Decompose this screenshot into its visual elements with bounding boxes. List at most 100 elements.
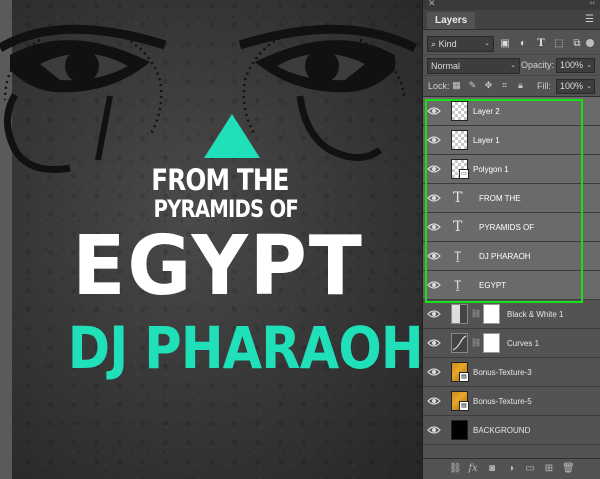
- artwork-text-egypt: EGYPT: [72, 219, 364, 314]
- warped-type-layer-icon: Ṯ: [454, 278, 462, 292]
- visibility-eye-icon[interactable]: [427, 337, 441, 349]
- visibility-eye-icon[interactable]: [427, 279, 441, 291]
- layer-row-egypt[interactable]: Ṯ EGYPT: [423, 271, 600, 300]
- kind-filter-label: Kind: [438, 39, 457, 49]
- layer-name: BACKGROUND: [473, 426, 531, 435]
- fill-field[interactable]: 100% ⌄: [556, 79, 595, 94]
- fill-value: 100%: [560, 81, 584, 91]
- chevron-down-icon: ⌄: [586, 83, 592, 90]
- close-icon[interactable]: ✕: [428, 0, 436, 9]
- layer-row-bonus-texture-3[interactable]: ▤ Bonus-Texture-3: [423, 358, 600, 387]
- chevron-down-icon: ⌄: [484, 40, 490, 47]
- document-canvas[interactable]: FROM THE PYRAMIDS OF EGYPT DJ PHARAOH: [0, 0, 422, 479]
- type-layer-icon: T: [453, 190, 463, 206]
- image-filter-icon[interactable]: ▣: [499, 38, 511, 50]
- lock-all-icon[interactable]: 🔒︎: [515, 80, 526, 91]
- layer-row-from-the[interactable]: T FROM THE: [423, 184, 600, 213]
- visibility-eye-icon[interactable]: [427, 424, 441, 436]
- layer-name: Bonus-Texture-3: [473, 368, 532, 377]
- layer-row-black-white-1[interactable]: ⛓︎ Black & White 1: [423, 300, 600, 329]
- visibility-eye-icon[interactable]: [427, 366, 441, 378]
- lock-image-icon[interactable]: ✎: [467, 80, 478, 91]
- layers-bottom-toolbar: ⛓︎ fx ◙ ◑ ▭ ⊞ 🗑︎: [423, 458, 600, 479]
- lock-pixels-icon[interactable]: ▦: [451, 80, 462, 91]
- visibility-eye-icon[interactable]: [427, 395, 441, 407]
- mask-link-icon[interactable]: ⛓︎: [471, 309, 481, 318]
- visibility-eye-icon[interactable]: [427, 250, 441, 262]
- layer-row-background[interactable]: BACKGROUND: [423, 416, 600, 445]
- layer-name: DJ PHARAOH: [479, 252, 531, 261]
- panel-tab-bar: Layers ☰: [423, 10, 600, 30]
- shape-filter-icon[interactable]: ⬚: [553, 38, 565, 50]
- chevron-down-icon: ⌄: [510, 62, 516, 69]
- smart-object-badge-icon: ▤: [459, 372, 469, 382]
- shape-layer-icon: ▭: [459, 169, 469, 179]
- adjustment-filter-icon[interactable]: ◐: [517, 38, 529, 50]
- tab-layers[interactable]: Layers: [427, 12, 476, 29]
- layer-row-pyramids-of[interactable]: T PYRAMIDS OF: [423, 213, 600, 242]
- blend-mode-value: Normal: [431, 61, 461, 71]
- layer-name: PYRAMIDS OF: [479, 223, 535, 232]
- adjustment-layer-icon[interactable]: ◑: [505, 463, 517, 475]
- visibility-eye-icon[interactable]: [427, 221, 441, 233]
- layer-mask-thumbnail[interactable]: [483, 304, 500, 324]
- visibility-eye-icon[interactable]: [427, 163, 441, 175]
- add-mask-icon[interactable]: ◙: [486, 463, 498, 475]
- layer-row-polygon-1[interactable]: ▭ Polygon 1: [423, 155, 600, 184]
- type-layer-icon: T: [453, 219, 463, 235]
- layer-name: Layer 1: [473, 136, 500, 145]
- chevron-down-icon: ⌄: [586, 62, 592, 69]
- lock-row: Lock: ▦ ✎ ✥ ⌗ 🔒︎ Fill: 100% ⌄: [423, 75, 600, 97]
- layer-name: FROM THE: [479, 194, 521, 203]
- opacity-label: Opacity:: [521, 60, 555, 70]
- fx-icon[interactable]: fx: [467, 463, 479, 475]
- layer-row-dj-pharaoh[interactable]: Ṯ DJ PHARAOH: [423, 242, 600, 271]
- layer-row-curves-1[interactable]: ⛓︎ Curves 1: [423, 329, 600, 358]
- filter-toggle-icon[interactable]: [586, 39, 594, 47]
- new-layer-icon[interactable]: ⊞: [543, 463, 555, 475]
- type-filter-icon[interactable]: T: [535, 38, 547, 50]
- layer-name: Layer 2: [473, 107, 500, 116]
- smart-object-filter-icon[interactable]: ⧉: [571, 38, 583, 50]
- curves-adjustment-icon: [451, 333, 468, 353]
- hamburger-menu-icon[interactable]: ☰: [585, 14, 594, 25]
- layer-name: EGYPT: [479, 281, 507, 290]
- collapse-panel-icon[interactable]: ‹‹: [590, 0, 595, 7]
- visibility-eye-icon[interactable]: [427, 105, 441, 117]
- smart-object-badge-icon: ▤: [459, 401, 469, 411]
- layer-name: Black & White 1: [507, 310, 564, 319]
- layer-name: Bonus-Texture-5: [473, 397, 532, 406]
- blend-row: Normal ⌄ Opacity: 100% ⌄: [423, 54, 600, 75]
- lock-label: Lock:: [428, 81, 450, 91]
- blend-mode-dropdown[interactable]: Normal ⌄: [427, 58, 520, 74]
- warped-type-layer-icon: Ṯ: [454, 249, 462, 263]
- search-icon: ⌕: [431, 39, 437, 49]
- opacity-field[interactable]: 100% ⌄: [556, 58, 595, 73]
- visibility-eye-icon[interactable]: [427, 192, 441, 204]
- link-layers-icon[interactable]: ⛓︎: [449, 463, 462, 475]
- pyramid-triangle: [204, 114, 260, 158]
- panel-title-strip: ✕ ‹‹: [423, 0, 600, 10]
- layer-name: Polygon 1: [473, 165, 509, 174]
- layer-filter-row: ⌕ Kind ⌄ ▣ ◐ T ⬚ ⧉: [423, 34, 600, 54]
- layer-mask-thumbnail[interactable]: [483, 333, 500, 353]
- lock-position-icon[interactable]: ✥: [483, 80, 494, 91]
- layer-row-layer-2[interactable]: Layer 2: [423, 97, 600, 126]
- mask-link-icon[interactable]: ⛓︎: [471, 338, 481, 347]
- new-group-icon[interactable]: ▭: [524, 463, 536, 475]
- visibility-eye-icon[interactable]: [427, 134, 441, 146]
- artwork-text-dj-pharaoh: DJ PHARAOH: [67, 314, 422, 382]
- visibility-eye-icon[interactable]: [427, 308, 441, 320]
- layers-panel: ✕ ‹‹ Layers ☰ ⌕ Kind ⌄ ▣ ◐ T ⬚ ⧉ Normal …: [422, 0, 600, 479]
- black-white-adjustment-icon: [451, 304, 468, 324]
- artwork-text-from-the: FROM THE: [151, 163, 289, 197]
- kind-filter-dropdown[interactable]: ⌕ Kind ⌄: [427, 36, 494, 52]
- layer-thumbnail: [451, 101, 468, 121]
- fill-label: Fill:: [537, 81, 551, 91]
- opacity-value: 100%: [560, 60, 584, 70]
- layer-row-layer-1[interactable]: Layer 1: [423, 126, 600, 155]
- lock-artboard-icon[interactable]: ⌗: [499, 80, 510, 91]
- layer-thumbnail: [451, 130, 468, 150]
- delete-icon[interactable]: 🗑︎: [562, 463, 575, 475]
- layer-row-bonus-texture-5[interactable]: ▤ Bonus-Texture-5: [423, 387, 600, 416]
